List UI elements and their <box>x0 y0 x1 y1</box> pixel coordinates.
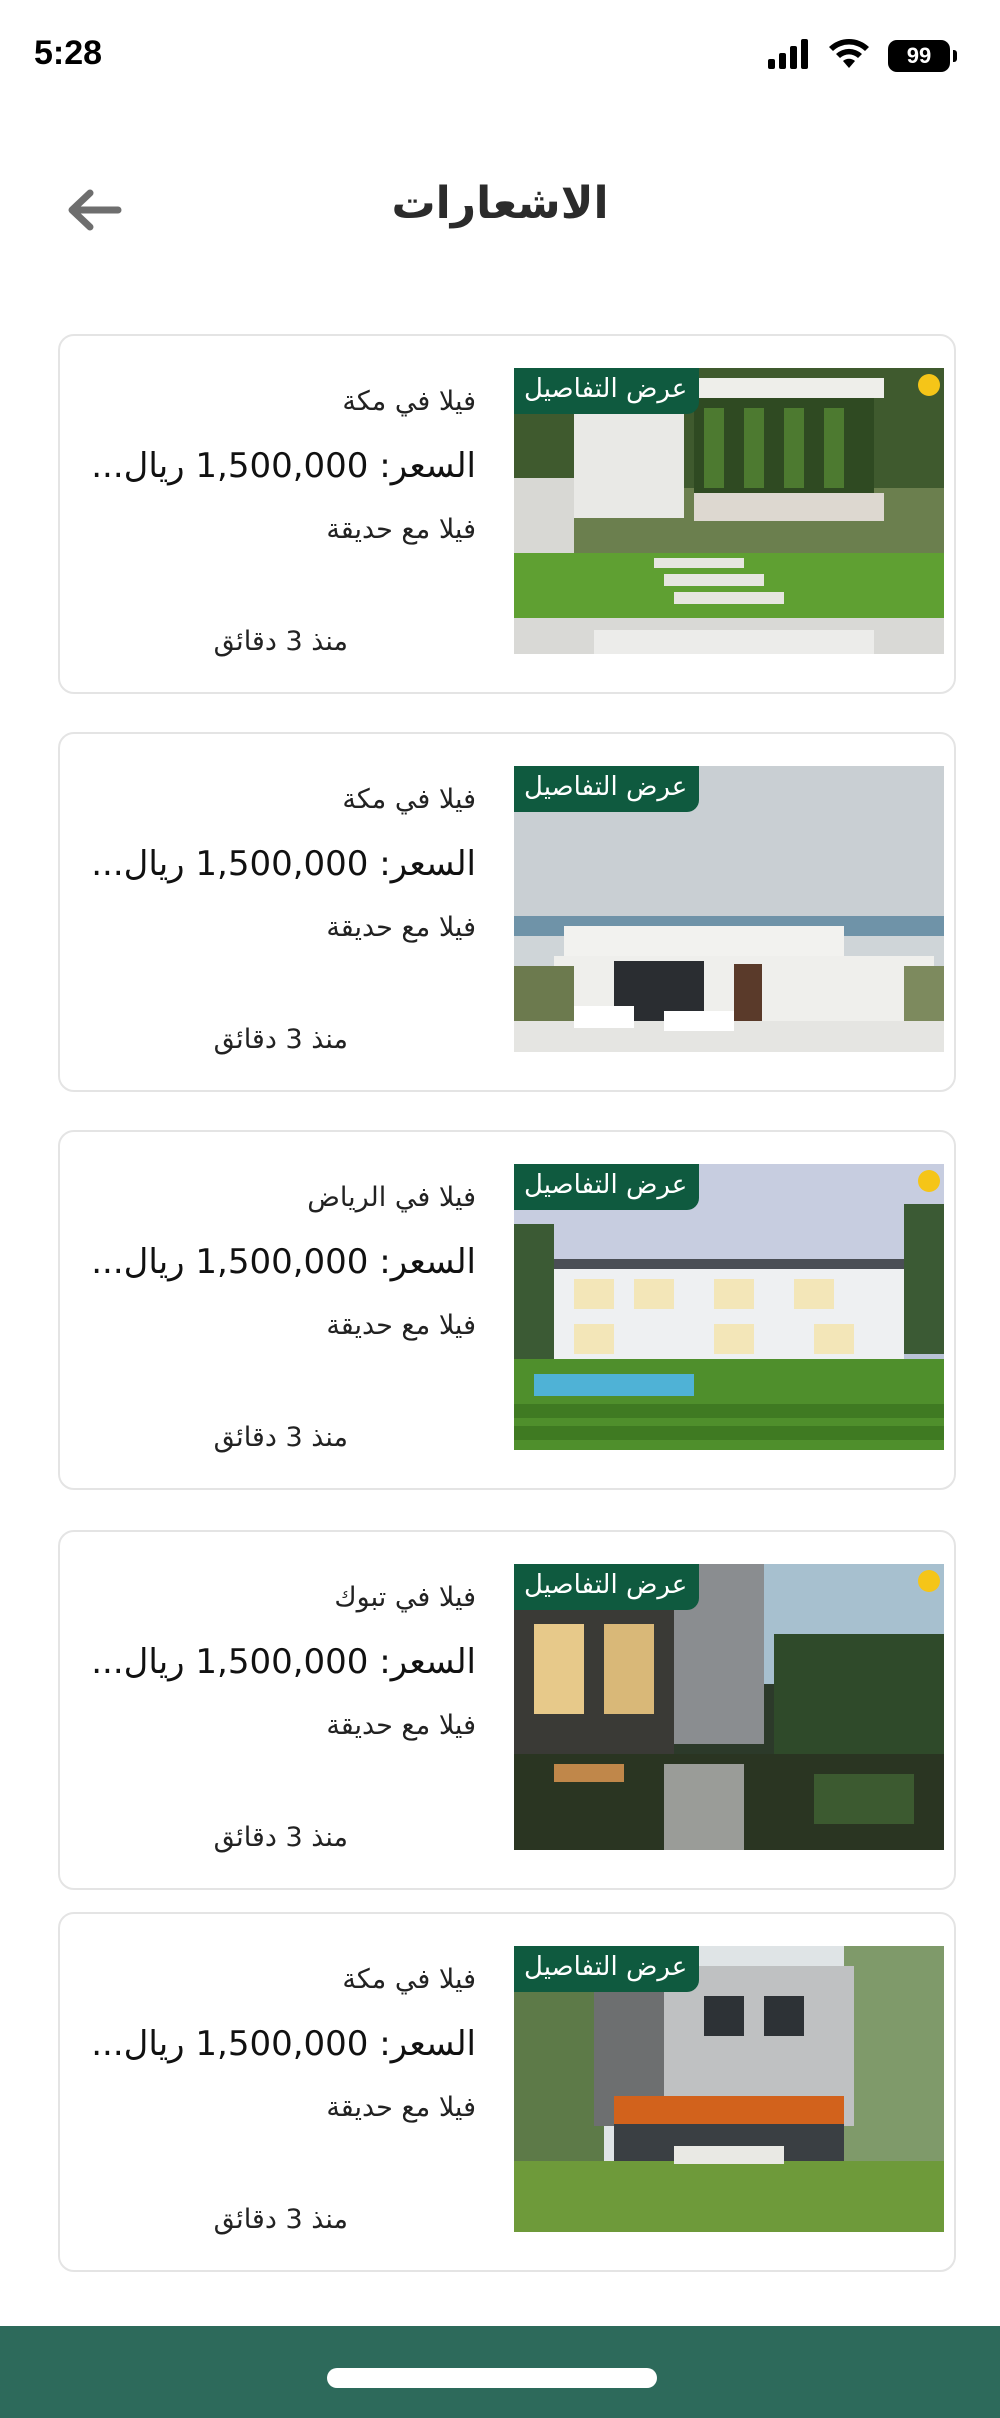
property-description: فيلا مع حديقة <box>326 912 476 943</box>
status-icons: 99 <box>768 38 957 74</box>
property-price: السعر: 1,500,000 ريال... <box>91 1642 476 1682</box>
notification-time: منذ 3 دقائق <box>213 626 348 657</box>
signal-icon <box>768 39 810 73</box>
bottom-bar <box>0 2326 1000 2418</box>
property-image[interactable]: عرض التفاصيل <box>514 1164 944 1450</box>
unread-dot <box>918 1170 940 1192</box>
property-image[interactable]: عرض التفاصيل <box>514 368 944 654</box>
notification-time: منذ 3 دقائق <box>213 1024 348 1055</box>
property-price: السعر: 1,500,000 ريال... <box>91 446 476 486</box>
header: الاشعارات <box>0 160 1000 260</box>
property-price: السعر: 1,500,000 ريال... <box>91 2024 476 2064</box>
status-time: 5:28 <box>34 34 103 72</box>
unread-dot <box>918 1570 940 1592</box>
notification-card[interactable]: عرض التفاصيل فيلا في الرياض السعر: 1,500… <box>58 1130 956 1490</box>
wifi-icon <box>828 38 870 74</box>
property-price: السعر: 1,500,000 ريال... <box>91 844 476 884</box>
property-price: السعر: 1,500,000 ريال... <box>91 1242 476 1282</box>
home-indicator[interactable] <box>327 2368 657 2388</box>
status-bar: 5:28 99 <box>0 0 1000 110</box>
notification-time: منذ 3 دقائق <box>213 1822 348 1853</box>
details-badge[interactable]: عرض التفاصيل <box>514 766 700 812</box>
card-text: فيلا في مكة السعر: 1,500,000 ريال... فيل… <box>76 734 476 1090</box>
details-badge[interactable]: عرض التفاصيل <box>514 1946 700 1992</box>
card-text: فيلا في الرياض السعر: 1,500,000 ريال... … <box>76 1132 476 1488</box>
notification-card[interactable]: عرض التفاصيل فيلا في تبوك السعر: 1,500,0… <box>58 1530 956 1890</box>
property-description: فيلا مع حديقة <box>326 2092 476 2123</box>
property-title: فيلا في مكة <box>342 784 476 815</box>
property-title: فيلا في مكة <box>342 1964 476 1995</box>
property-title: فيلا في مكة <box>342 386 476 417</box>
property-image[interactable]: عرض التفاصيل <box>514 1946 944 2232</box>
notification-time: منذ 3 دقائق <box>213 2204 348 2235</box>
card-text: فيلا في مكة السعر: 1,500,000 ريال... فيل… <box>76 1914 476 2270</box>
page-title: الاشعارات <box>391 178 609 229</box>
card-text: فيلا في تبوك السعر: 1,500,000 ريال... في… <box>76 1532 476 1888</box>
card-text: فيلا في مكة السعر: 1,500,000 ريال... فيل… <box>76 336 476 692</box>
property-image[interactable]: عرض التفاصيل <box>514 766 944 1052</box>
notification-time: منذ 3 دقائق <box>213 1422 348 1453</box>
property-image[interactable]: عرض التفاصيل <box>514 1564 944 1850</box>
notification-card[interactable]: عرض التفاصيل فيلا في مكة السعر: 1,500,00… <box>58 1912 956 2272</box>
property-description: فيلا مع حديقة <box>326 1310 476 1341</box>
details-badge[interactable]: عرض التفاصيل <box>514 1564 700 1610</box>
notification-card[interactable]: عرض التفاصيل فيلا في مكة السعر: 1,500,00… <box>58 334 956 694</box>
property-title: فيلا في الرياض <box>307 1182 476 1213</box>
notification-card[interactable]: عرض التفاصيل فيلا في مكة السعر: 1,500,00… <box>58 732 956 1092</box>
property-description: فيلا مع حديقة <box>326 1710 476 1741</box>
details-badge[interactable]: عرض التفاصيل <box>514 1164 700 1210</box>
property-description: فيلا مع حديقة <box>326 514 476 545</box>
property-title: فيلا في تبوك <box>334 1582 476 1613</box>
unread-dot <box>918 374 940 396</box>
battery-icon: 99 <box>888 40 957 72</box>
details-badge[interactable]: عرض التفاصيل <box>514 368 700 414</box>
